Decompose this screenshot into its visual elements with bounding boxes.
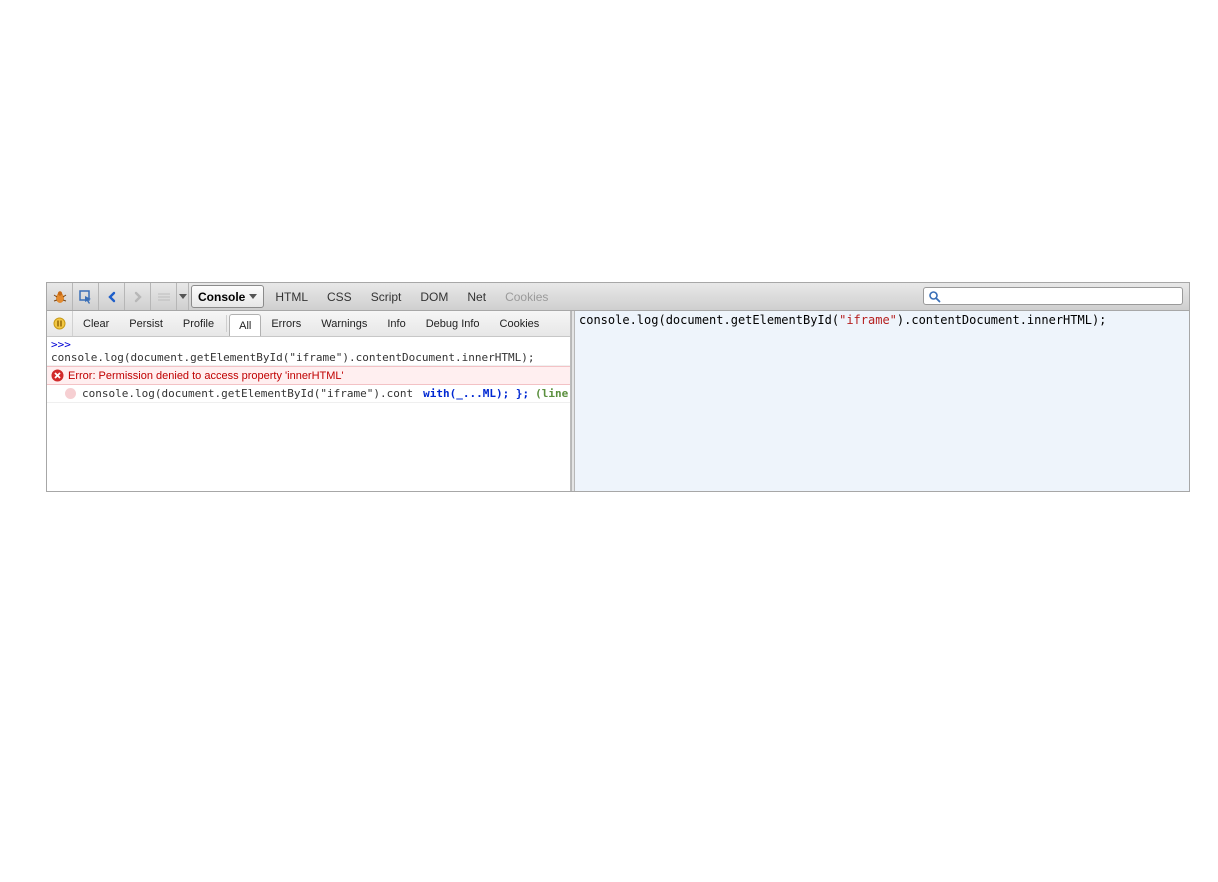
- search-box[interactable]: [923, 287, 1183, 305]
- filter-cookies[interactable]: Cookies: [490, 311, 550, 336]
- firebug-panel: Console HTML CSS Script DOM Net Cookies: [46, 282, 1190, 492]
- filter-all[interactable]: All: [229, 314, 261, 336]
- inspect-icon: [78, 289, 94, 305]
- console-toolbar: Clear Persist Profile All Errors Warning…: [47, 311, 570, 337]
- tab-label: Cookies: [505, 290, 548, 304]
- tab-label: CSS: [327, 290, 352, 304]
- persist-button[interactable]: Persist: [119, 311, 173, 336]
- chevron-left-icon: [106, 291, 118, 303]
- profile-button[interactable]: Profile: [173, 311, 224, 336]
- caret-down-icon: [249, 294, 257, 299]
- tab-label: Script: [371, 290, 402, 304]
- trace-source: with(_...ML); };: [423, 387, 529, 400]
- filter-info[interactable]: Info: [377, 311, 415, 336]
- command-code: console.log(document.getElementById("ifr…: [51, 351, 534, 364]
- tab-css[interactable]: CSS: [318, 283, 362, 310]
- error-icon: [51, 369, 64, 382]
- toolbar-separator: [151, 283, 177, 310]
- caret-down-icon: [179, 294, 187, 299]
- search-icon: [928, 290, 941, 303]
- filter-errors[interactable]: Errors: [261, 311, 311, 336]
- chevron-right-icon: [132, 291, 144, 303]
- error-row[interactable]: Error: Permission denied to access prope…: [47, 366, 570, 385]
- filter-debug-info[interactable]: Debug Info: [416, 311, 490, 336]
- tab-script[interactable]: Script: [362, 283, 412, 310]
- tab-console[interactable]: Console: [191, 285, 264, 308]
- tab-cookies[interactable]: Cookies: [496, 283, 558, 310]
- forward-button[interactable]: [125, 283, 151, 310]
- tab-label: HTML: [275, 290, 308, 304]
- clear-button[interactable]: Clear: [73, 311, 119, 336]
- toolbar-spacer: [558, 283, 919, 310]
- trace-code: console.log(document.getElementById("ifr…: [82, 387, 413, 400]
- command-editor[interactable]: console.log(document.getElementById("ifr…: [575, 311, 1189, 491]
- console-pane: Clear Persist Profile All Errors Warning…: [47, 311, 571, 491]
- tab-label: DOM: [420, 290, 448, 304]
- tab-html[interactable]: HTML: [266, 283, 318, 310]
- trace-dot-icon: [65, 388, 76, 399]
- console-output: >>> console.log(document.getElementById(…: [47, 337, 570, 491]
- pause-on-error-icon: [52, 316, 67, 331]
- tab-label: Console: [198, 290, 245, 304]
- stack-trace-row[interactable]: console.log(document.getElementById("ifr…: [47, 385, 570, 403]
- editor-line: console.log(document.getElementById("ifr…: [579, 313, 1106, 327]
- divider: [226, 315, 227, 332]
- bug-icon: [52, 289, 68, 305]
- trace-line-number: (line 2): [535, 387, 570, 400]
- tab-label: Net: [467, 290, 486, 304]
- filter-warnings[interactable]: Warnings: [311, 311, 377, 336]
- back-button[interactable]: [99, 283, 125, 310]
- panel-list-dropdown[interactable]: [177, 283, 189, 310]
- firebug-icon-button[interactable]: [47, 283, 73, 310]
- break-on-error-button[interactable]: [47, 311, 73, 336]
- tab-net[interactable]: Net: [458, 283, 496, 310]
- command-row[interactable]: >>> console.log(document.getElementById(…: [47, 337, 570, 366]
- prompt: >>>: [51, 338, 71, 351]
- error-message: Error: Permission denied to access prope…: [68, 370, 344, 382]
- tab-dom[interactable]: DOM: [411, 283, 458, 310]
- panel-body: Clear Persist Profile All Errors Warning…: [47, 311, 1189, 491]
- inspect-button[interactable]: [73, 283, 99, 310]
- main-toolbar: Console HTML CSS Script DOM Net Cookies: [47, 283, 1189, 311]
- search-input[interactable]: [945, 290, 1182, 302]
